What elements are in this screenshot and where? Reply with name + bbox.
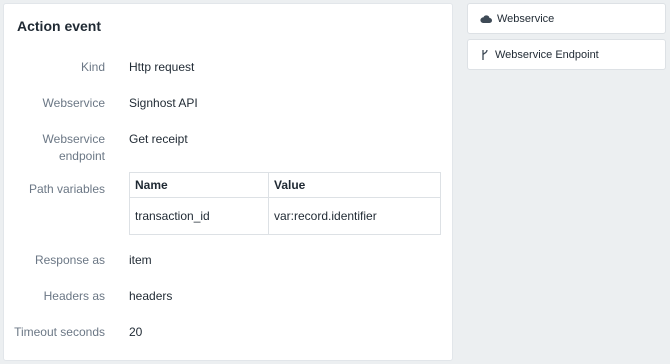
field-value: item — [129, 253, 152, 267]
field-label-line: endpoint — [58, 149, 105, 163]
column-header-value: Value — [268, 172, 441, 198]
field-label-line: Webservice — [42, 132, 105, 146]
webservice-button-label: Webservice — [497, 12, 555, 25]
field-label: Timeout seconds — [14, 325, 105, 339]
fork-icon — [482, 49, 488, 60]
table-row: transaction_id var:record.identifier — [129, 197, 441, 235]
field-value: headers — [129, 289, 173, 303]
field-value: Get receipt — [129, 132, 188, 146]
action-event-card: Action event Kind Http request Webservic… — [3, 3, 453, 361]
card-title: Action event — [17, 18, 102, 34]
field-label: Webservice — [42, 96, 105, 110]
field-value: Http request — [129, 60, 195, 74]
field-value: 20 — [129, 325, 143, 339]
table-cell-name: transaction_id — [129, 197, 269, 235]
webservice-endpoint-button[interactable]: Webservice Endpoint — [467, 39, 666, 70]
cloud-icon — [480, 14, 492, 23]
field-label: Headers as — [43, 289, 105, 303]
field-label: Webservice endpoint — [4, 131, 105, 165]
webservice-button[interactable]: Webservice — [467, 3, 666, 34]
field-label: Path variables — [28, 182, 105, 196]
field-value: Signhost API — [129, 96, 198, 110]
field-label: Kind — [80, 60, 105, 74]
column-header-name: Name — [129, 172, 269, 198]
table-cell-value: var:record.identifier — [268, 197, 441, 235]
path-variables-table: Name Value transaction_id var:record.ide… — [129, 172, 441, 235]
field-label: Response as — [34, 253, 105, 267]
webservice-endpoint-button-label: Webservice Endpoint — [495, 48, 599, 61]
table-header-row: Name Value — [129, 172, 441, 198]
